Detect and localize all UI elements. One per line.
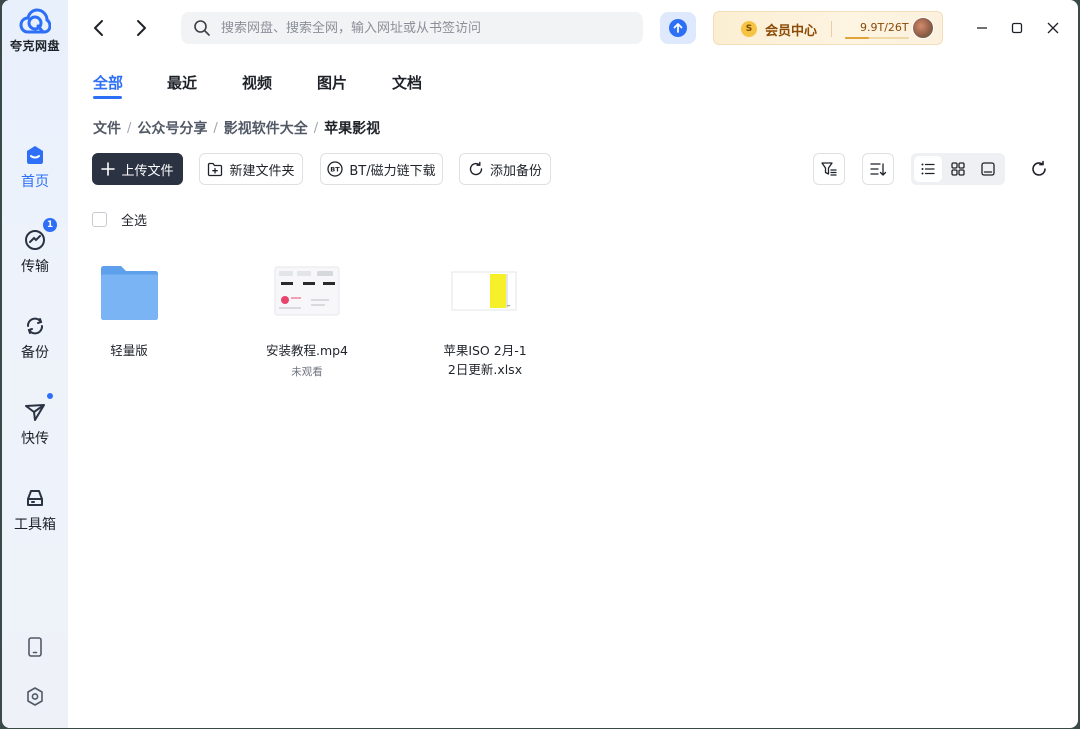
notification-dot: [47, 393, 53, 399]
app-window: 夸克网盘 首页 1 传输 备份 快传 工具箱 搜索网盘、搜索全网，输入网址或从书…: [2, 0, 1078, 728]
chevron-right-icon: [137, 20, 146, 36]
phone-icon: [28, 637, 42, 657]
sidebar-item-toolbox[interactable]: 工具箱: [2, 486, 68, 534]
storage-quota: 9.9T/26T: [860, 21, 909, 34]
breadcrumb-current: 苹果影视: [324, 121, 381, 137]
maximize-button[interactable]: [1003, 14, 1031, 42]
sidebar-item-home[interactable]: 首页: [2, 143, 68, 191]
upload-file-button[interactable]: 上传文件: [92, 153, 183, 185]
backup-icon: [23, 314, 47, 338]
refresh-icon: [1032, 160, 1046, 176]
toolbox-icon: [23, 486, 47, 510]
grid-view-button[interactable]: [944, 156, 972, 182]
file-name: 安装教程.mp4: [265, 343, 349, 358]
search-bar[interactable]: [181, 12, 643, 44]
breadcrumb-item[interactable]: 影视软件大全: [224, 118, 308, 138]
breadcrumb: 文件 / 公众号分享 / 影视软件大全 / 苹果影视: [93, 118, 380, 138]
cloud-logo-icon: [19, 8, 51, 34]
search-icon: [194, 20, 210, 36]
maximize-icon: [1011, 22, 1023, 34]
filter-button[interactable]: [813, 153, 845, 185]
breadcrumb-separator: /: [313, 120, 319, 136]
plus-icon: [101, 162, 116, 176]
refresh-button[interactable]: [1027, 157, 1051, 181]
sidebar: 夸克网盘 首页 1 传输 备份 快传 工具箱: [2, 0, 68, 728]
new-folder-label: 新建文件夹: [229, 163, 295, 179]
sidebar-item-label: 工具箱: [14, 517, 56, 533]
spreadsheet-thumbnail: [449, 255, 521, 327]
phone-button[interactable]: [2, 636, 68, 662]
storage-quota-bar: [845, 37, 909, 39]
breadcrumb-item[interactable]: 公众号分享: [137, 118, 207, 138]
divider: [831, 21, 832, 37]
member-center-label: 会员中心: [765, 24, 818, 39]
settings-button[interactable]: [2, 686, 68, 712]
select-all-label: 全选: [121, 214, 148, 229]
bt-icon: BT: [327, 161, 344, 177]
list-view-button[interactable]: [914, 156, 942, 182]
bt-download-label: BT/磁力链下载: [349, 163, 436, 179]
upload-shortcut-button[interactable]: [660, 12, 696, 44]
upload-arrow-icon: [669, 19, 687, 37]
home-icon: [23, 143, 47, 167]
tab-images[interactable]: 图片: [317, 72, 347, 93]
breadcrumb-separator: /: [213, 120, 218, 136]
view-mode-switcher: [911, 153, 1005, 185]
sidebar-item-label: 首页: [21, 174, 49, 190]
settings-icon: [27, 687, 43, 706]
search-input[interactable]: [221, 20, 621, 36]
new-folder-icon: [208, 162, 223, 176]
storage-quota-fill: [845, 37, 870, 39]
upload-file-label: 上传文件: [121, 163, 174, 179]
sort-button[interactable]: [862, 153, 894, 185]
select-all-checkbox[interactable]: [92, 212, 107, 227]
active-tab-indicator: [93, 96, 122, 99]
sidebar-item-label: 快传: [21, 431, 49, 447]
new-folder-button[interactable]: 新建文件夹: [199, 153, 303, 185]
list-icon: [921, 163, 935, 175]
folder-icon: [93, 255, 165, 327]
minimize-button[interactable]: [968, 14, 996, 42]
back-button[interactable]: [88, 17, 110, 39]
close-button[interactable]: [1039, 14, 1067, 42]
breadcrumb-separator: /: [127, 120, 132, 136]
tab-video[interactable]: 视频: [242, 72, 272, 93]
app-logo[interactable]: 夸克网盘: [2, 8, 68, 54]
breadcrumb-item[interactable]: 文件: [93, 118, 121, 138]
close-icon: [1047, 22, 1059, 34]
preview-icon: [981, 162, 995, 176]
forward-button[interactable]: [130, 17, 152, 39]
video-thumbnail: [271, 255, 343, 327]
bt-icon-text: BT: [331, 166, 341, 174]
app-name: 夸克网盘: [9, 39, 60, 53]
refresh-backup-icon: [469, 161, 483, 176]
preview-view-button[interactable]: [974, 156, 1002, 182]
tab-recent[interactable]: 最近: [167, 72, 197, 93]
file-item-spreadsheet[interactable]: 苹果ISO 2月-12日更新.xlsx: [410, 255, 560, 379]
sort-icon: [870, 163, 887, 176]
file-name: 轻量版: [110, 343, 148, 358]
grid-icon: [951, 162, 965, 176]
transfer-icon: 1: [23, 218, 57, 252]
sidebar-item-quick-send[interactable]: 快传: [2, 393, 68, 448]
member-center-button[interactable]: S 会员中心 9.9T/26T: [713, 11, 943, 45]
send-icon: [23, 393, 53, 424]
watch-status: 未观看: [291, 366, 323, 378]
filter-icon: [821, 162, 837, 176]
coin-icon: S: [741, 21, 757, 37]
chevron-left-icon: [94, 20, 103, 36]
file-name: 苹果ISO 2月-12日更新.xlsx: [443, 343, 527, 377]
add-backup-label: 添加备份: [489, 163, 542, 179]
select-all[interactable]: 全选: [92, 210, 147, 229]
file-item-folder[interactable]: 轻量版: [54, 255, 204, 360]
bt-download-button[interactable]: BT BT/磁力链下载: [320, 153, 443, 185]
add-backup-button[interactable]: 添加备份: [459, 153, 551, 185]
tab-documents[interactable]: 文档: [392, 72, 422, 93]
file-item-video[interactable]: 安装教程.mp4 未观看: [232, 255, 382, 379]
tab-all[interactable]: 全部: [93, 72, 123, 93]
transfer-badge: 1: [43, 218, 57, 232]
minimize-icon: [977, 27, 987, 29]
avatar[interactable]: [912, 17, 934, 39]
